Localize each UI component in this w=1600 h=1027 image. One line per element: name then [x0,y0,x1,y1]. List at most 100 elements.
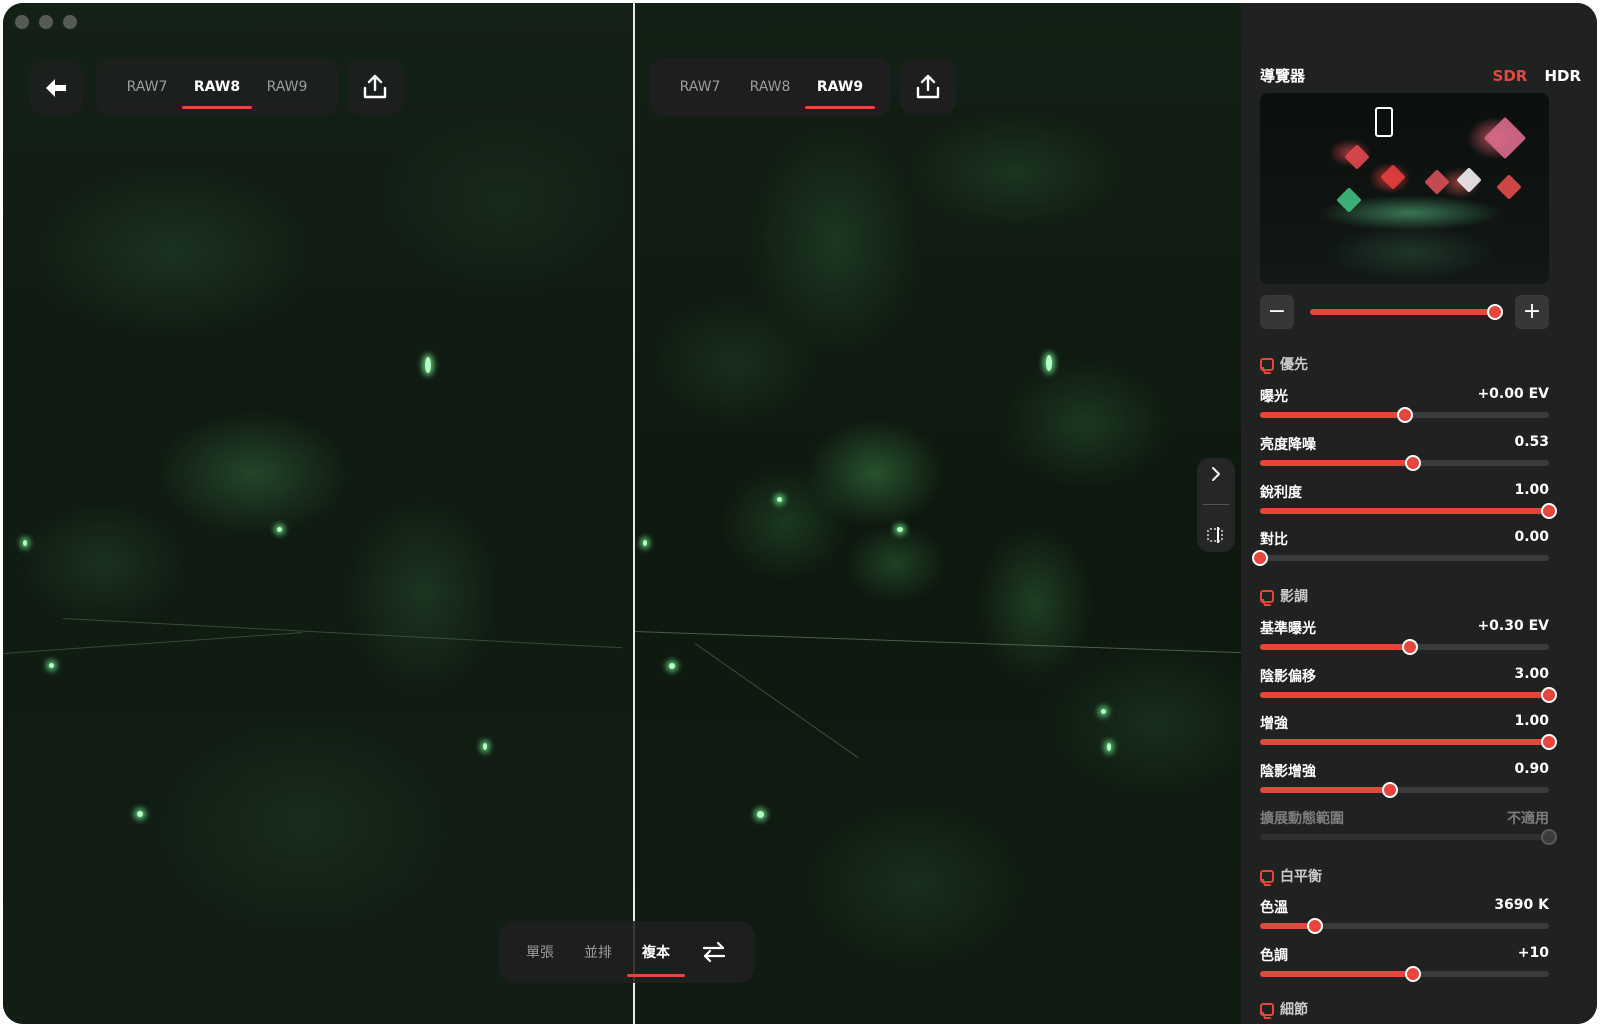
firefly-glow [49,663,54,668]
firefly-glow [1107,743,1111,751]
firefly-glow [757,811,764,818]
firefly-glow [425,357,431,373]
param-label: 銳利度 [1260,485,1302,501]
navigator-thumbnail[interactable] [1260,93,1549,284]
arrow-left-icon [46,79,66,97]
firefly-glow [483,743,487,750]
param-label: 曝光 [1260,389,1288,405]
section-tag-icon [1260,1002,1274,1016]
minimize-window-button[interactable] [39,15,53,29]
param-value: 0.90 [1514,761,1549,777]
slider-fill [1260,971,1414,977]
param-slider[interactable] [1260,918,1549,934]
zoom-slider-knob[interactable] [1487,304,1504,320]
param-slider[interactable] [1260,782,1549,798]
handle-separator [1203,503,1229,505]
slider-knob[interactable] [1541,687,1557,703]
zoom-window-button[interactable] [63,15,77,29]
section-tag-icon [1260,869,1274,883]
firefly-glow [669,663,675,669]
back-button[interactable] [29,61,83,115]
sdr-toggle[interactable]: SDR [1493,67,1528,85]
thumbnail-ornament [1336,187,1362,213]
swap-button[interactable] [685,941,743,963]
param-label: 對比 [1260,532,1288,548]
split-compare-icon[interactable] [1206,526,1226,544]
slider-knob[interactable] [1382,782,1399,798]
section-detail[interactable]: 細節 [1260,999,1308,1019]
slider-knob[interactable] [1541,734,1557,750]
slider-knob[interactable] [1405,966,1422,982]
tab-raw7-right[interactable]: RAW7 [665,79,735,95]
tab-raw7-left[interactable]: RAW7 [112,79,182,95]
slider-knob[interactable] [1541,503,1557,519]
param-value: 1.00 [1514,482,1549,498]
param-slider[interactable] [1260,966,1549,982]
photo-pane-left[interactable] [3,3,633,1024]
param-label: 色溫 [1260,900,1288,916]
slider-knob[interactable] [1252,550,1268,566]
slider-knob[interactable] [1306,918,1323,934]
chevron-right-icon[interactable] [1209,466,1223,482]
param-slider[interactable] [1260,407,1549,423]
param-slider[interactable] [1260,687,1557,703]
firefly-glow [137,811,143,817]
section-priority[interactable]: 優先 [1260,354,1308,374]
zoom-slider[interactable] [1310,304,1504,320]
section-tag-icon [1260,589,1274,603]
mode-single[interactable]: 單張 [511,942,569,962]
param-value: 0.00 [1514,529,1549,545]
version-tabs-right: RAW7 RAW8 RAW9 [649,58,891,116]
param-slider[interactable] [1260,639,1549,655]
viewport-indicator[interactable] [1375,107,1393,137]
hdr-toggle[interactable]: HDR [1544,67,1581,85]
section-white-balance[interactable]: 白平衡 [1260,866,1322,886]
param-label: 亮度降噪 [1260,437,1316,453]
firefly-glow [23,540,27,546]
share-upload-icon [363,74,387,99]
zoom-control: − + [1260,295,1549,329]
share-button-left[interactable] [347,59,403,115]
share-upload-icon [916,74,940,99]
view-mode-bar: 單張 並排 複本 [499,921,755,983]
zoom-out-button[interactable]: − [1260,295,1294,329]
tab-raw8-left[interactable]: RAW8 [182,79,252,109]
section-title: 白平衡 [1280,869,1322,885]
param-slider[interactable] [1260,503,1557,519]
section-title: 細節 [1280,1002,1308,1018]
plant-stem [694,643,860,759]
slider-knob[interactable] [1405,455,1422,471]
param-slider [1260,829,1557,845]
share-button-right[interactable] [900,59,956,115]
param-value: 0.53 [1514,434,1549,450]
param-slider[interactable] [1260,734,1557,750]
section-tag-icon [1260,357,1274,371]
firefly-glow [777,497,782,502]
tab-raw8-right[interactable]: RAW8 [735,79,805,95]
tab-raw9-right[interactable]: RAW9 [805,79,875,109]
close-window-button[interactable] [15,15,29,29]
mode-side-by-side[interactable]: 並排 [569,942,627,962]
slider-knob[interactable] [1396,407,1413,423]
zoom-in-button[interactable]: + [1515,295,1549,329]
param-slider[interactable] [1252,550,1549,566]
slider-fill [1260,460,1414,466]
section-title: 影調 [1280,589,1308,605]
param-slider[interactable] [1260,455,1549,471]
mode-duplicate[interactable]: 複本 [627,942,685,977]
param-label: 基準曝光 [1260,621,1316,637]
photo-pane-right[interactable] [635,3,1271,1024]
plant-stem [3,632,303,654]
param-value: 3690 K [1494,897,1549,913]
section-tone[interactable]: 影調 [1260,586,1308,606]
slider-fill [1260,412,1405,418]
slider-knob[interactable] [1402,639,1419,655]
firefly-glow [1101,709,1106,714]
tab-raw9-left[interactable]: RAW9 [252,79,322,95]
param-label: 陰影偏移 [1260,669,1316,685]
slider-knob [1541,829,1557,845]
navigator-title: 導覽器 [1260,67,1306,85]
app-window: RAW7 RAW8 RAW9 RAW7 RAW8 RAW9 單張 並排 複本 導… [3,3,1597,1024]
thumbnail-ornament [1380,164,1406,190]
thumbnail-ornament [1456,167,1482,193]
